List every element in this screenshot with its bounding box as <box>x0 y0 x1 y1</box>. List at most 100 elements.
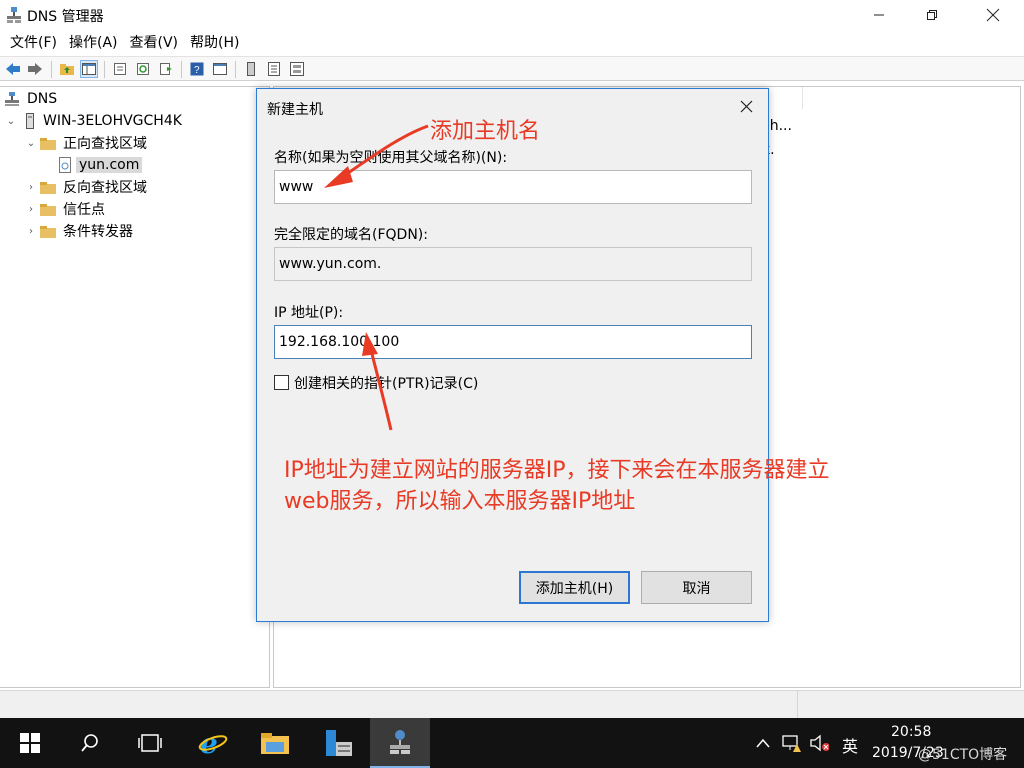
records-icon <box>290 62 304 76</box>
start-button[interactable] <box>0 718 60 768</box>
export-list-button[interactable] <box>157 60 175 78</box>
toolbar-separator <box>51 61 52 78</box>
volume-button[interactable] <box>809 733 829 753</box>
windows-logo-icon <box>20 733 40 753</box>
dns-icon <box>5 92 19 106</box>
export-icon <box>160 63 172 75</box>
taskbar-server-manager[interactable] <box>308 718 368 768</box>
back-button[interactable] <box>4 60 22 78</box>
server-icon <box>26 113 34 129</box>
help-icon: ? <box>190 62 204 76</box>
chevron-up-icon <box>756 738 770 748</box>
tree-label: 反向查找区域 <box>63 180 147 196</box>
properties-icon <box>114 63 126 75</box>
close-button[interactable] <box>970 0 1016 30</box>
server-button[interactable] <box>242 60 260 78</box>
close-icon <box>740 100 752 112</box>
tree-item-trust-points[interactable]: › 信任点 <box>24 198 108 220</box>
tree-item-dns[interactable]: DNS <box>4 88 60 110</box>
annotation-ip-line-2: web服务，所以输入本服务器IP地址 <box>284 489 636 514</box>
ptr-checkbox[interactable] <box>274 375 289 390</box>
file-explorer-icon <box>261 733 289 754</box>
ip-label: IP 地址(P): <box>274 305 344 321</box>
tree-label: yun.com <box>76 157 143 173</box>
search-icon <box>81 734 98 752</box>
task-view-icon <box>138 734 162 752</box>
chevron-right-icon[interactable]: › <box>24 198 38 220</box>
folder-icon <box>40 203 56 216</box>
name-label: 名称(如果为空则使用其父域名称)(N): <box>274 150 508 166</box>
show-hide-tree-button[interactable] <box>80 60 98 78</box>
chevron-down-icon[interactable]: ⌄ <box>4 110 18 132</box>
tree-item-forward-zones[interactable]: ⌄ 正向查找区域 <box>24 132 150 154</box>
minimize-button[interactable] <box>856 0 902 30</box>
menu-action[interactable]: 操作(A) <box>63 31 124 55</box>
toolbar-separator <box>104 61 105 78</box>
forward-arrow-icon <box>28 63 42 75</box>
forward-button[interactable] <box>26 60 44 78</box>
show-hidden-icons-button[interactable] <box>753 733 773 753</box>
help-button[interactable]: ? <box>188 60 206 78</box>
cancel-button[interactable]: 取消 <box>641 571 752 604</box>
server-manager-icon <box>326 730 352 756</box>
console-tree: DNS ⌄ WIN-3ELOHVGCH4K ⌄ 正向查找区域 yun.com ›… <box>0 86 270 688</box>
list-icon <box>268 62 280 76</box>
annotation-ip-line-1: IP地址为建立网站的服务器IP，接下来会在本服务器建立 <box>284 458 830 483</box>
annotation-host-name: 添加主机名 <box>430 119 541 144</box>
list-button[interactable] <box>265 60 283 78</box>
restore-icon <box>927 10 937 20</box>
minimize-icon <box>874 14 884 16</box>
network-status-button[interactable] <box>781 733 801 753</box>
search-button[interactable] <box>60 718 120 768</box>
tree-label: 条件转发器 <box>63 224 133 240</box>
new-host-dialog: 新建主机 名称(如果为空则使用其父域名称)(N): www 完全限定的域名(FQ… <box>256 88 769 622</box>
network-warning-icon <box>782 735 801 752</box>
records-button[interactable] <box>288 60 306 78</box>
tree-item-zone-yun[interactable]: yun.com <box>44 154 143 176</box>
taskbar-dns-manager[interactable] <box>370 718 430 768</box>
ptr-checkbox-label[interactable]: 创建相关的指针(PTR)记录(C) <box>294 373 478 393</box>
back-arrow-icon <box>6 63 20 75</box>
chevron-down-icon[interactable]: ⌄ <box>24 132 38 154</box>
tree-item-conditional-forwarders[interactable]: › 条件转发器 <box>24 220 136 242</box>
status-separator <box>797 691 798 719</box>
tree-label: WIN-3ELOHVGCH4K <box>43 113 182 129</box>
fqdn-field: www.yun.com. <box>274 247 752 281</box>
folder-up-icon <box>60 64 74 75</box>
refresh-icon <box>137 63 149 75</box>
tree-label: DNS <box>27 91 58 107</box>
input-language-indicator[interactable]: 英 <box>842 733 858 757</box>
clock-time[interactable]: 20:58 <box>891 724 931 740</box>
watermark: @51CTO博客 <box>918 747 1008 763</box>
refresh-button[interactable] <box>134 60 152 78</box>
dns-app-icon <box>390 730 410 754</box>
ip-address-input[interactable]: 192.168.100.100 <box>274 325 752 359</box>
tree-item-server[interactable]: ⌄ WIN-3ELOHVGCH4K <box>4 110 185 132</box>
folder-icon <box>40 225 56 238</box>
taskbar-file-explorer[interactable] <box>245 718 305 768</box>
server-icon <box>247 62 255 76</box>
title-bar: DNS 管理器 <box>0 0 1024 30</box>
menu-bar: 文件(F) 操作(A) 查看(V) 帮助(H) <box>0 31 1024 55</box>
fqdn-label: 完全限定的域名(FQDN): <box>274 227 428 243</box>
taskbar-internet-explorer[interactable]: e <box>183 718 243 768</box>
menu-help[interactable]: 帮助(H) <box>184 31 245 55</box>
name-input[interactable]: www <box>274 170 752 204</box>
toolbar: ? <box>0 56 1024 81</box>
toolbar-separator <box>235 61 236 78</box>
window-title: DNS 管理器 <box>27 9 104 25</box>
menu-file[interactable]: 文件(F) <box>4 31 63 55</box>
up-one-level-button[interactable] <box>58 60 76 78</box>
properties-button[interactable] <box>111 60 129 78</box>
dns-app-icon <box>7 7 21 23</box>
add-host-button[interactable]: 添加主机(H) <box>519 571 630 604</box>
dialog-close-button[interactable] <box>735 95 757 117</box>
status-bar <box>0 690 1024 719</box>
console-button[interactable] <box>211 60 229 78</box>
chevron-right-icon[interactable]: › <box>24 176 38 198</box>
chevron-right-icon[interactable]: › <box>24 220 38 242</box>
menu-view[interactable]: 查看(V) <box>124 31 185 55</box>
tree-item-reverse-zones[interactable]: › 反向查找区域 <box>24 176 150 198</box>
restore-button[interactable] <box>909 0 955 30</box>
task-view-button[interactable] <box>120 718 180 768</box>
